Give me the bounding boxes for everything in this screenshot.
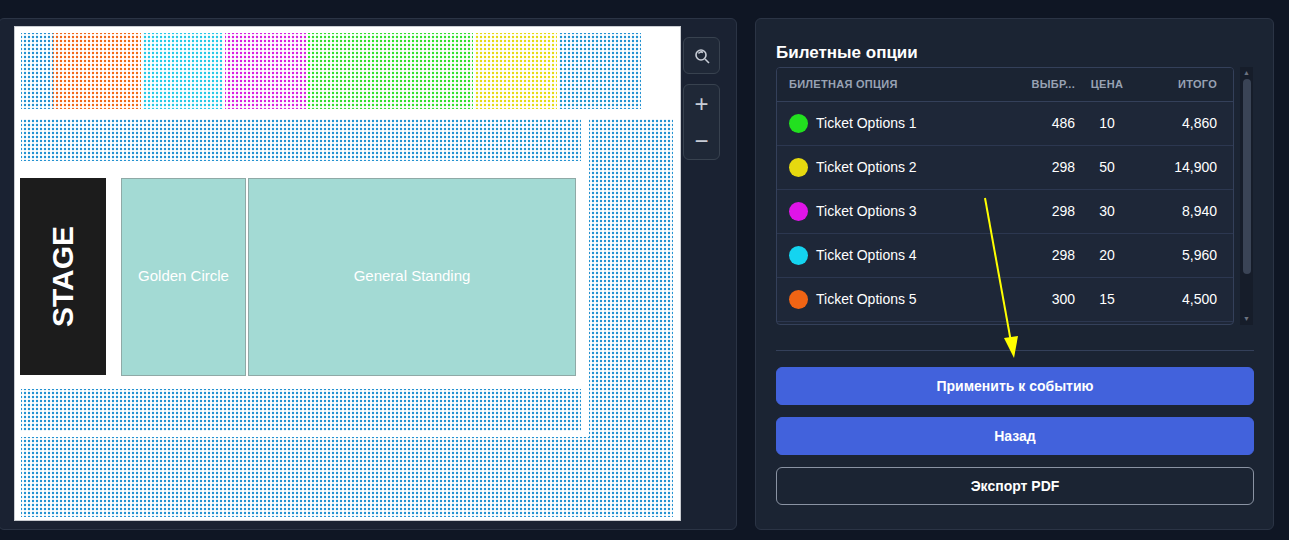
column-header[interactable]: БИЛЕТНАЯ ОПЦИЯ — [789, 76, 1003, 93]
action-button[interactable]: Применить к событию — [776, 367, 1254, 405]
stage: STAGE — [20, 178, 106, 375]
scrollbar-thumb[interactable] — [1243, 79, 1251, 274]
ticket-options-table: БИЛЕТНАЯ ОПЦИЯВЫБР...ЦЕНАИТОГО Ticket Op… — [776, 67, 1234, 325]
table-scrollbar[interactable]: ▲ ▼ — [1240, 67, 1253, 325]
column-header[interactable]: ИТОГО — [1139, 76, 1227, 93]
standing-zone[interactable]: Golden Circle — [121, 178, 246, 376]
seat-block[interactable] — [21, 119, 581, 161]
zoom-out-button[interactable]: − — [684, 122, 719, 159]
color-dot — [789, 202, 808, 221]
seat-map[interactable]: STAGEGolden CircleGeneral Standing — [14, 26, 681, 521]
standing-zone[interactable]: General Standing — [248, 178, 576, 376]
zoom-in-button[interactable]: + — [684, 85, 719, 122]
seat-block[interactable] — [21, 389, 581, 431]
ticket-option-row[interactable]: Ticket Options 22985014,900 — [777, 146, 1233, 190]
ticket-options-panel: Билетные опции БИЛЕТНАЯ ОПЦИЯВЫБР...ЦЕНА… — [755, 18, 1274, 530]
ticket-option-row[interactable]: Ticket Options 1486104,860 — [777, 102, 1233, 146]
seat-map-card: STAGEGolden CircleGeneral Standing + − — [0, 18, 737, 530]
action-button[interactable]: Назад — [776, 417, 1254, 455]
panel-title: Билетные опции — [776, 41, 1253, 67]
seat-block[interactable] — [308, 33, 473, 109]
column-header[interactable]: ЦЕНА — [1075, 76, 1139, 93]
seat-block[interactable] — [475, 33, 557, 109]
seat-block[interactable] — [589, 119, 673, 437]
ticket-option-row[interactable]: Ticket Options 4298205,960 — [777, 234, 1233, 278]
reset-zoom-icon — [693, 47, 711, 65]
seat-block[interactable] — [143, 33, 223, 109]
seat-block[interactable] — [225, 33, 306, 109]
annotation-arrow-icon — [0, 0, 1289, 540]
seat-block[interactable] — [53, 33, 141, 109]
color-dot — [789, 158, 808, 177]
reset-zoom-button[interactable] — [683, 37, 720, 74]
seat-block[interactable] — [21, 33, 53, 109]
color-dot — [789, 290, 808, 309]
color-dot — [789, 246, 808, 265]
column-header[interactable]: ВЫБР... — [1003, 76, 1075, 93]
ticket-option-row[interactable]: Ticket Options 5300154,500 — [777, 278, 1233, 322]
seat-block[interactable] — [21, 437, 673, 517]
seat-block[interactable] — [559, 33, 641, 109]
color-dot — [789, 114, 808, 133]
ticket-option-row[interactable]: Ticket Options 3298308,940 — [777, 190, 1233, 234]
action-button[interactable]: Экспорт PDF — [776, 467, 1254, 505]
